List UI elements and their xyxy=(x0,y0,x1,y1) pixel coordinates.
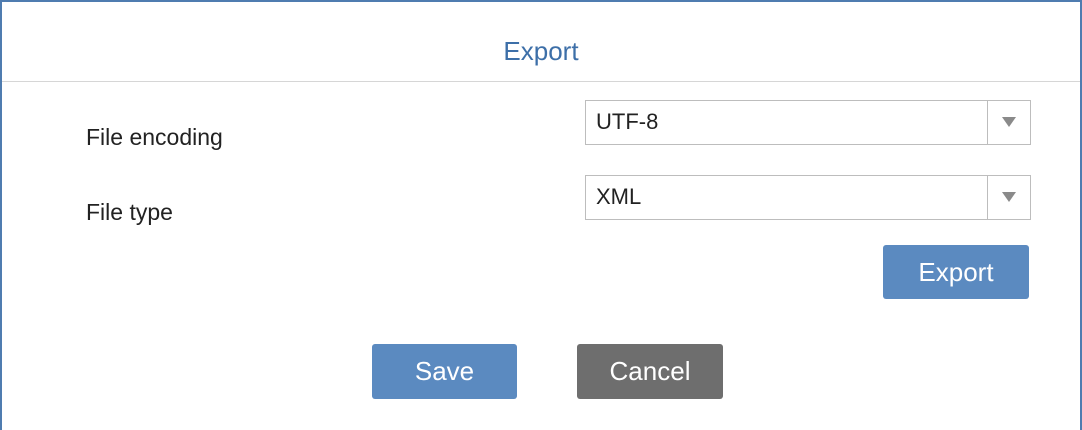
dialog-title: Export xyxy=(503,36,579,66)
chevron-down-icon xyxy=(1002,117,1016,127)
file-type-value: XML xyxy=(596,184,642,209)
file-encoding-value: UTF-8 xyxy=(596,109,659,134)
file-type-select[interactable]: XML xyxy=(585,175,1031,220)
cancel-button[interactable]: Cancel xyxy=(577,344,723,399)
file-encoding-select[interactable]: UTF-8 xyxy=(585,100,1031,145)
file-encoding-label: File encoding xyxy=(86,124,223,150)
chevron-down-icon xyxy=(1002,192,1016,202)
save-button[interactable]: Save xyxy=(372,344,517,399)
export-dialog: Export File encoding UTF-8 File type XML… xyxy=(0,0,1082,430)
file-type-label: File type xyxy=(86,199,173,225)
export-button[interactable]: Export xyxy=(883,245,1029,299)
dialog-header: Export xyxy=(2,2,1080,82)
file-encoding-dropdown-toggle[interactable] xyxy=(987,101,1030,144)
file-type-dropdown-toggle[interactable] xyxy=(987,176,1030,219)
